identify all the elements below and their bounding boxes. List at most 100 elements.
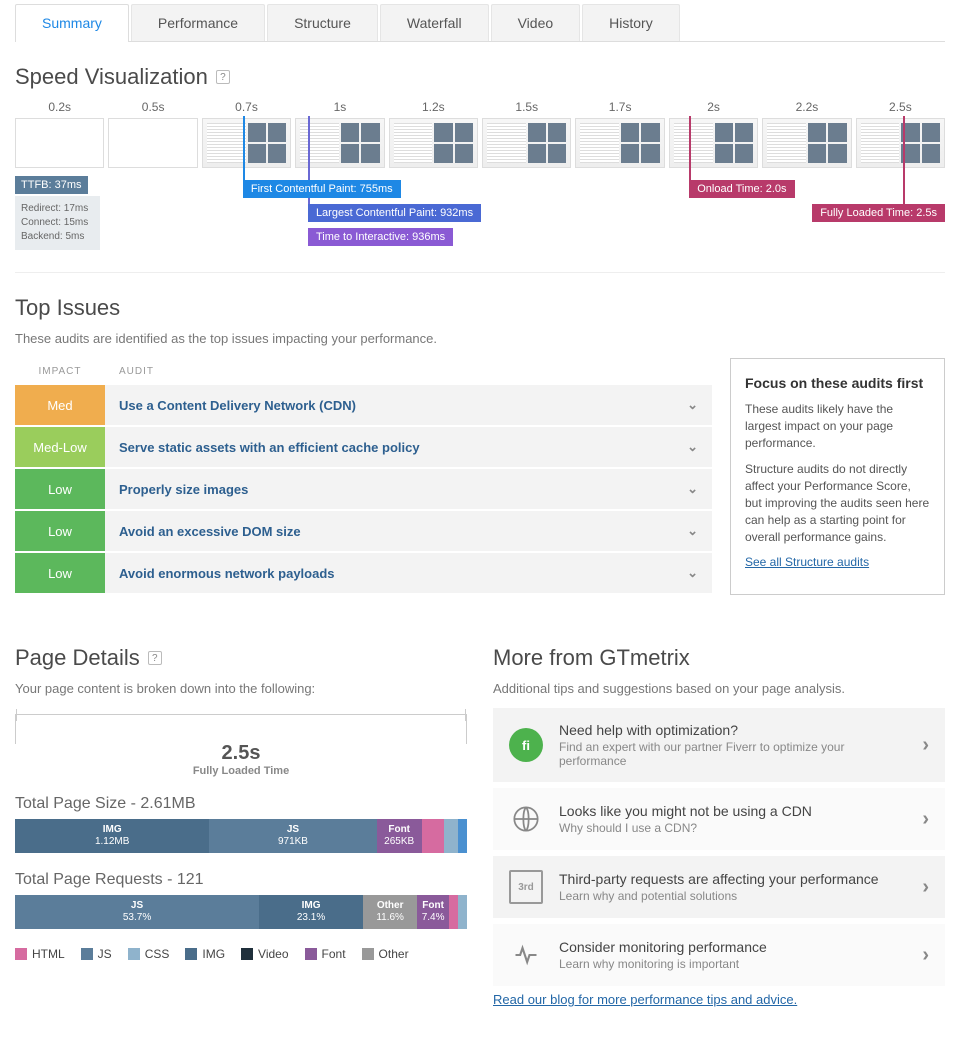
- help-icon[interactable]: ?: [216, 70, 230, 84]
- more-item-monitoring[interactable]: Consider monitoring performance Learn why…: [493, 924, 945, 986]
- more-title: More from GTmetrix: [493, 645, 945, 671]
- chevron-down-icon: ⌄: [687, 523, 698, 539]
- issue-row[interactable]: Low Avoid an excessive DOM size⌄: [15, 511, 712, 551]
- frame-time: 0.5s: [142, 100, 165, 114]
- issues-title: Top Issues: [15, 295, 945, 321]
- legend: HTML JS CSS IMG Video Font Other: [15, 947, 467, 961]
- impact-badge: Low: [15, 553, 105, 593]
- marker-flt: Fully Loaded Time: 2.5s: [812, 204, 945, 222]
- audit-cell[interactable]: Serve static assets with an efficient ca…: [105, 427, 712, 467]
- frame-time: 1.5s: [515, 100, 538, 114]
- speed-frame: 0.5s: [108, 100, 197, 168]
- legend-font: Font: [322, 947, 346, 961]
- speed-title-text: Speed Visualization: [15, 64, 208, 90]
- tab-structure[interactable]: Structure: [267, 4, 378, 41]
- speed-frame: 2.5s: [856, 100, 945, 168]
- audit-cell[interactable]: Use a Content Delivery Network (CDN)⌄: [105, 385, 712, 425]
- chevron-right-icon: ›: [922, 944, 929, 967]
- issue-row[interactable]: Low Avoid enormous network payloads⌄: [15, 553, 712, 593]
- help-icon[interactable]: ?: [148, 651, 162, 665]
- audit-text: Serve static assets with an efficient ca…: [119, 440, 420, 455]
- more-item-fiverr[interactable]: fi Need help with optimization?Find an e…: [493, 708, 945, 782]
- speed-frame: 0.2s: [15, 100, 104, 168]
- seg-label: Font: [388, 824, 410, 836]
- audit-cell[interactable]: Avoid enormous network payloads⌄: [105, 553, 712, 593]
- speed-frame: 2s: [669, 100, 758, 168]
- see-all-link[interactable]: See all Structure audits: [745, 555, 869, 569]
- speed-frame: 1.2s: [389, 100, 478, 168]
- req-title: Total Page Requests - 121: [15, 871, 467, 889]
- seg-value: 1.12MB: [95, 836, 129, 848]
- flt-label: Fully Loaded Time: [15, 765, 467, 777]
- more-item-cdn[interactable]: Looks like you might not be using a CDNW…: [493, 788, 945, 850]
- speed-frame: 1.5s: [482, 100, 571, 168]
- ttfb-label: TTFB: 37ms: [15, 176, 88, 194]
- frame-thumb: [108, 118, 197, 168]
- ttfb-detail: Redirect: 17ms Connect: 15ms Backend: 5m…: [15, 196, 100, 250]
- seg-label: Font: [422, 900, 444, 912]
- frame-thumb: [856, 118, 945, 168]
- tab-waterfall[interactable]: Waterfall: [380, 4, 489, 41]
- audit-cell[interactable]: Properly size images⌄: [105, 469, 712, 509]
- issue-row[interactable]: Med-Low Serve static assets with an effi…: [15, 427, 712, 467]
- speed-frame: 2.2s: [762, 100, 851, 168]
- frame-thumb: [575, 118, 664, 168]
- ttfb-block: TTFB: 37ms Redirect: 17ms Connect: 15ms …: [15, 172, 100, 250]
- audit-text: Use a Content Delivery Network (CDN): [119, 398, 356, 413]
- marker-fcp: First Contentful Paint: 755ms: [243, 180, 401, 198]
- tabs: Summary Performance Structure Waterfall …: [15, 4, 945, 42]
- frame-time: 1.2s: [422, 100, 445, 114]
- tab-history[interactable]: History: [582, 4, 680, 41]
- seg-value: 971KB: [278, 836, 308, 848]
- more-item-title: Third-party requests are affecting your …: [559, 871, 879, 887]
- speed-frame: 0.7s: [202, 100, 291, 168]
- tab-summary[interactable]: Summary: [15, 4, 129, 41]
- frame-thumb: [202, 118, 291, 168]
- more-item-sub: Why should I use a CDN?: [559, 821, 812, 835]
- seg-label: JS: [287, 824, 299, 836]
- size-bar: IMG1.12MB JS971KB Font265KB: [15, 819, 467, 853]
- more-item-title: Consider monitoring performance: [559, 939, 767, 955]
- more-item-thirdparty[interactable]: 3rd Third-party requests are affecting y…: [493, 856, 945, 918]
- frame-time: 1.7s: [609, 100, 632, 114]
- frame-time: 0.7s: [235, 100, 258, 114]
- seg-label: JS: [131, 900, 143, 912]
- tab-video[interactable]: Video: [491, 4, 581, 41]
- details-sub: Your page content is broken down into th…: [15, 681, 467, 696]
- impact-badge: Med-Low: [15, 427, 105, 467]
- globe-icon: [509, 802, 543, 836]
- speed-title: Speed Visualization ?: [15, 64, 945, 90]
- blog-link[interactable]: Read our blog for more performance tips …: [493, 992, 797, 1007]
- impact-badge: Med: [15, 385, 105, 425]
- legend-other: Other: [379, 947, 409, 961]
- ttfb-connect: Connect: 15ms: [21, 216, 94, 230]
- seg-value: 53.7%: [123, 912, 151, 924]
- frame-time: 0.2s: [48, 100, 71, 114]
- more-item-sub: Learn why monitoring is important: [559, 957, 767, 971]
- tab-performance[interactable]: Performance: [131, 4, 265, 41]
- speed-track: 0.2s0.5s0.7s1s1.2s1.5s1.7s2s2.2s2.5s: [15, 100, 945, 168]
- frame-thumb: [389, 118, 478, 168]
- impact-badge: Low: [15, 469, 105, 509]
- fcp-line: [243, 116, 245, 180]
- frame-time: 2s: [707, 100, 720, 114]
- ttfb-redirect: Redirect: 17ms: [21, 202, 94, 216]
- legend-html: HTML: [32, 947, 65, 961]
- req-bar: JS53.7% IMG23.1% Other11.6% Font7.4%: [15, 895, 467, 929]
- frame-thumb: [762, 118, 851, 168]
- audit-cell[interactable]: Avoid an excessive DOM size⌄: [105, 511, 712, 551]
- thirdparty-icon: 3rd: [509, 870, 543, 904]
- seg-value: 7.4%: [422, 912, 445, 924]
- issue-row[interactable]: Low Properly size images⌄: [15, 469, 712, 509]
- issue-row[interactable]: Med Use a Content Delivery Network (CDN)…: [15, 385, 712, 425]
- audit-text: Avoid enormous network payloads: [119, 566, 335, 581]
- fiverr-icon: fi: [509, 728, 543, 762]
- frame-thumb: [669, 118, 758, 168]
- sidebar-p2: Structure audits do not directly affect …: [745, 461, 930, 545]
- onload-line: [689, 116, 691, 180]
- col-impact: IMPACT: [15, 366, 105, 377]
- chevron-right-icon: ›: [922, 808, 929, 831]
- more-item-title: Need help with optimization?: [559, 722, 906, 738]
- frame-time: 2.5s: [889, 100, 912, 114]
- legend-css: CSS: [145, 947, 170, 961]
